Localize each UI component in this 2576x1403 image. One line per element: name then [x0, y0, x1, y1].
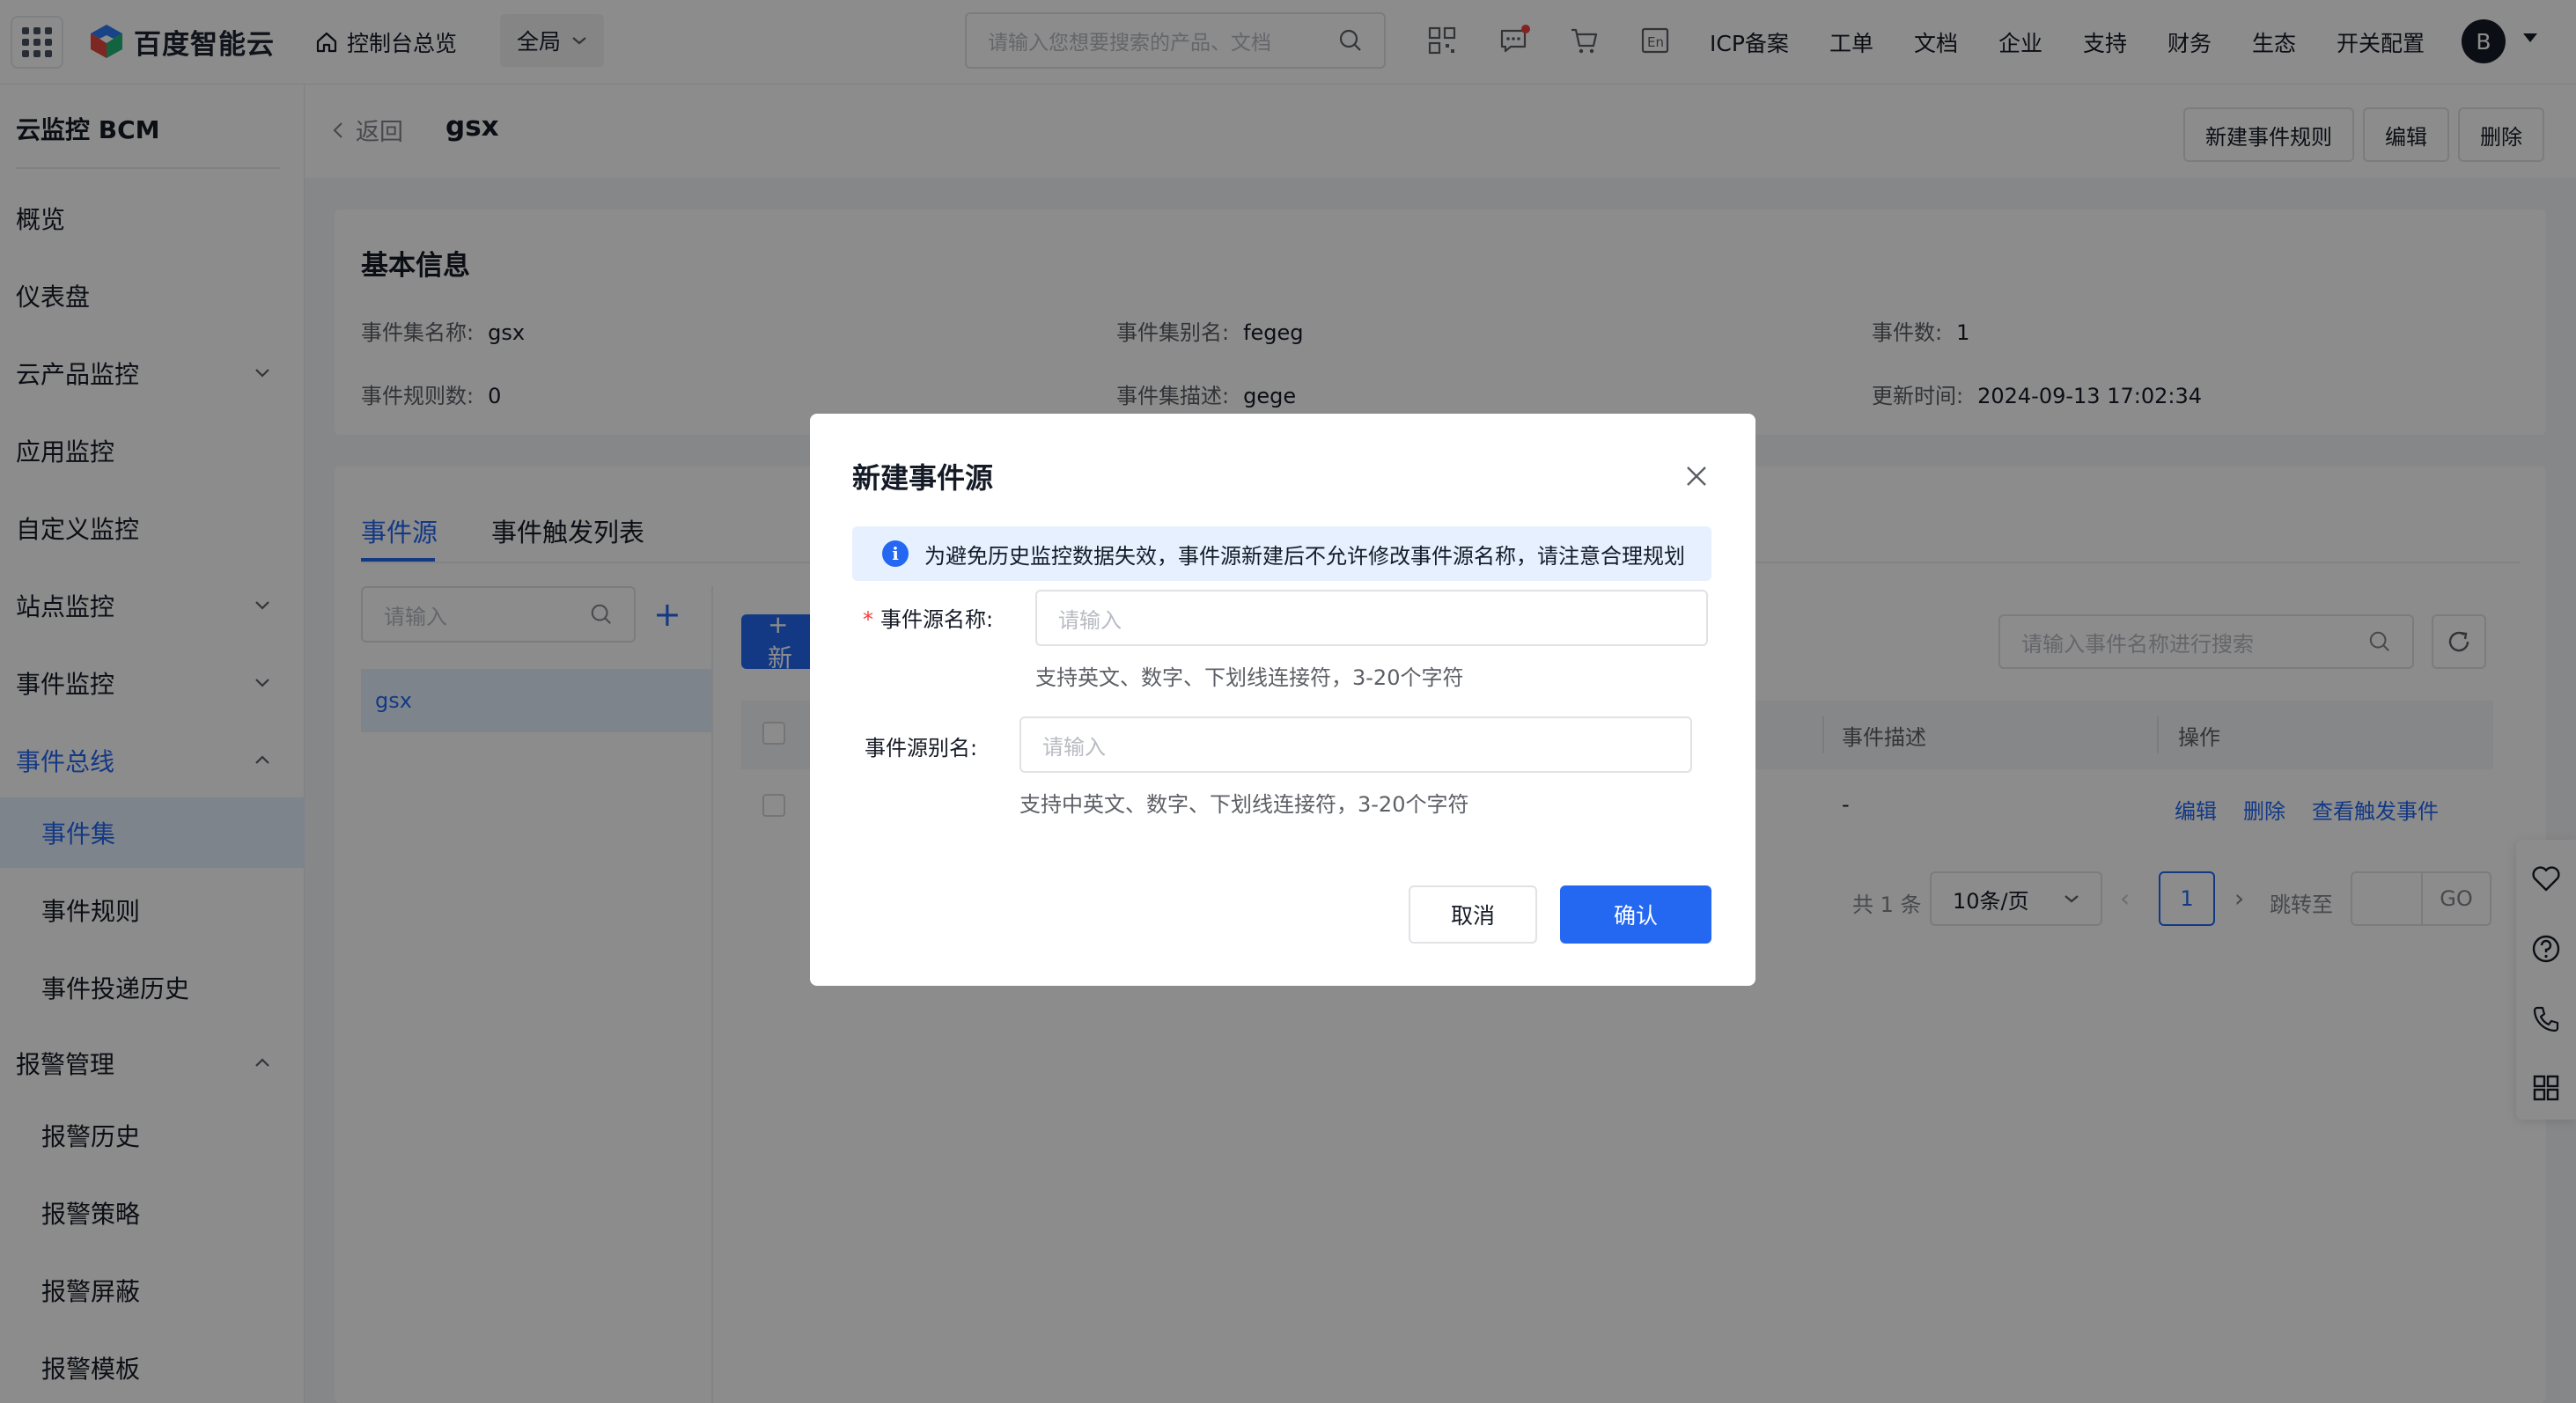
info-icon: i	[882, 540, 909, 567]
close-icon[interactable]	[1683, 463, 1710, 489]
cancel-button[interactable]: 取消	[1409, 885, 1537, 944]
dialog-title: 新建事件源	[852, 461, 994, 495]
alias-placeholder: 请输入	[1042, 734, 1106, 760]
confirm-button[interactable]: 确认	[1560, 885, 1711, 944]
event-source-name-label: * 事件源名称:	[863, 602, 993, 633]
alert-text: 为避免历史监控数据失效，事件源新建后不允许修改事件源名称，请注意合理规划	[924, 543, 1685, 569]
event-source-alias-input[interactable]: 请输入	[1019, 716, 1692, 773]
required-mark: *	[863, 607, 873, 632]
event-source-name-input[interactable]: 请输入	[1035, 590, 1708, 646]
name-placeholder: 请输入	[1058, 607, 1122, 633]
alias-hint: 支持中英文、数字、下划线连接符，3-20个字符	[1019, 792, 1469, 817]
name-label-text: 事件源名称:	[880, 607, 994, 632]
dialog-alert: i 为避免历史监控数据失效，事件源新建后不允许修改事件源名称，请注意合理规划	[852, 526, 1711, 581]
name-hint: 支持英文、数字、下划线连接符，3-20个字符	[1035, 665, 1464, 690]
event-source-alias-label: 事件源别名:	[865, 736, 978, 760]
